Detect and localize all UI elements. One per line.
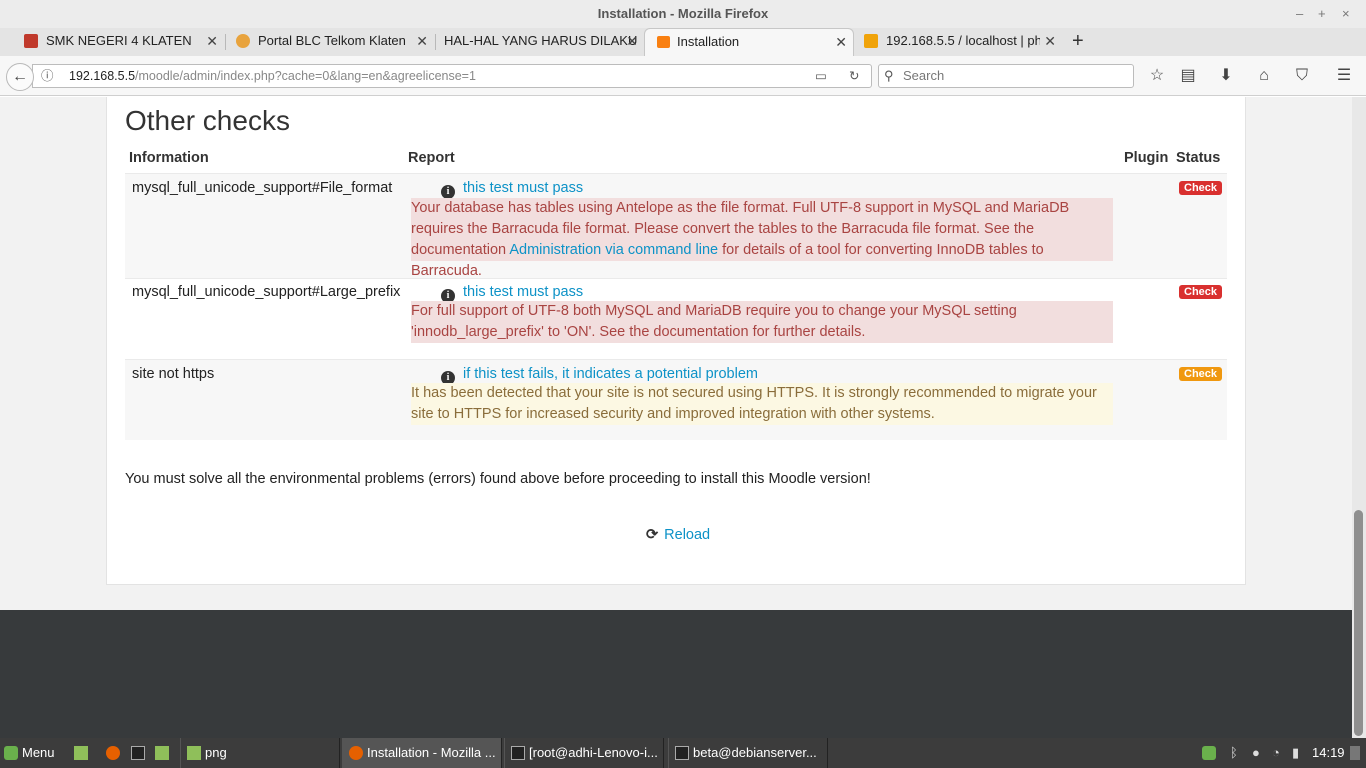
report-link-text: if this test fails, it indicates a poten… [463, 366, 758, 382]
minimize-button[interactable]: – [1296, 0, 1303, 28]
downloads-icon[interactable]: ⬇ [1216, 66, 1236, 86]
url-host: 192.168.5.5 [69, 69, 136, 83]
firefox-icon [349, 746, 363, 760]
bookmarks-library-icon[interactable]: ▤ [1178, 66, 1198, 86]
moodle-icon [657, 36, 670, 48]
table-row: mysql_full_unicode_support#File_format i… [125, 174, 1227, 279]
tab-phpmyadmin[interactable]: 192.168.5.5 / localhost | ph ✕ [856, 28, 1062, 56]
tab-label: Portal BLC Telkom Klaten [258, 33, 406, 48]
pocket-icon[interactable]: ⛉ [1292, 66, 1312, 86]
info-icon[interactable]: ⓘ [41, 65, 54, 87]
bookmark-star-icon[interactable]: ☆ [1147, 66, 1167, 86]
maximize-button[interactable]: + [1318, 0, 1326, 28]
status-badge: Check [1179, 285, 1223, 299]
page-footer [0, 610, 1352, 738]
user-icon[interactable]: ● [1252, 738, 1260, 768]
terminal-icon [675, 746, 689, 760]
new-tab-plus-icon[interactable]: + [1072, 30, 1084, 53]
taskbar-window-firefox[interactable]: Installation - Mozilla ... [342, 738, 502, 768]
search-input[interactable]: ⚲ Search [878, 64, 1134, 88]
close-tab-icon[interactable]: ✕ [1044, 28, 1056, 54]
menu-label: Menu [22, 745, 55, 760]
clock[interactable]: 14:19 [1312, 738, 1345, 768]
info-icon: i [441, 185, 455, 199]
tab-label: Installation [677, 34, 740, 49]
error-message: Your database has tables using Antelope … [411, 198, 1113, 279]
reader-view-icon[interactable]: ▭ [815, 65, 827, 87]
column-header-plugin: Plugin [1124, 150, 1169, 166]
check-info: mysql_full_unicode_support#File_format [132, 180, 393, 196]
error-message: For full support of UTF-8 both MySQL and… [411, 301, 1113, 343]
search-placeholder: Search [903, 68, 945, 83]
check-info: mysql_full_unicode_support#Large_prefix [132, 284, 401, 300]
school-logo-icon [24, 34, 38, 48]
close-tab-icon[interactable]: ✕ [835, 29, 847, 55]
tab-label: 192.168.5.5 / localhost | ph [886, 33, 1040, 48]
window-label: [root@adhi-Lenovo-i... [529, 745, 658, 760]
window-label: Installation - Mozilla ... [367, 745, 496, 760]
report-link-text: this test must pass [463, 284, 584, 300]
window-label: beta@debianserver... [693, 745, 817, 760]
folder-icon [187, 746, 201, 760]
home-icon[interactable]: ⌂ [1254, 66, 1274, 86]
back-arrow-icon: ← [12, 68, 28, 85]
close-tab-icon[interactable]: ✕ [626, 28, 638, 54]
column-header-status: Status [1176, 150, 1221, 166]
status-badge: Check [1179, 367, 1223, 381]
back-button[interactable]: ← [6, 63, 34, 91]
search-icon: ⚲ [884, 68, 894, 83]
terminal-icon [511, 746, 525, 760]
report-link[interactable]: i this test must pass [441, 180, 583, 199]
mint-logo-icon [4, 746, 18, 760]
scrollbar-thumb[interactable] [1354, 510, 1363, 736]
page-title: Other checks [125, 105, 290, 136]
terminal-launcher-icon[interactable] [131, 738, 149, 768]
taskbar-window-terminal-beta[interactable]: beta@debianserver... [668, 738, 828, 768]
status-badge: Check [1179, 181, 1223, 195]
reload-link[interactable]: ⟳ Reload [646, 527, 710, 543]
reload-page-icon[interactable]: ↻ [849, 65, 859, 87]
check-info: site not https [132, 366, 215, 382]
table-row: site not https i if this test fails, it i… [125, 360, 1227, 440]
firefox-launcher-icon[interactable] [106, 738, 124, 768]
window-titlebar: Installation - Mozilla Firefox – + × [0, 0, 1366, 28]
taskbar-window-png[interactable]: png [180, 738, 340, 768]
battery-icon[interactable]: ▮ [1292, 738, 1299, 768]
admin-cli-link[interactable]: Administration via command line [509, 242, 718, 258]
phpmyadmin-icon [864, 34, 878, 48]
system-taskbar: Menu png Installation - Mozilla ... [roo… [0, 738, 1366, 768]
window-label: png [205, 745, 227, 760]
files-launcher-icon[interactable] [155, 738, 173, 768]
environment-notice: You must solve all the environmental pro… [125, 471, 871, 487]
reload-label: Reload [664, 527, 711, 543]
hamburger-menu-icon[interactable]: ☰ [1334, 66, 1354, 86]
column-header-report: Report [408, 150, 455, 166]
url-path: /moodle/admin/index.php?cache=0&lang=en&… [135, 69, 476, 83]
taskbar-window-terminal-root[interactable]: [root@adhi-Lenovo-i... [504, 738, 664, 768]
wifi-icon[interactable]: ◔ [1272, 738, 1280, 768]
blc-logo-icon [236, 34, 250, 48]
report-link-text: this test must pass [463, 180, 584, 196]
tab-installation[interactable]: Installation ✕ [644, 28, 854, 56]
notification-icon[interactable] [1350, 738, 1364, 768]
tab-smk[interactable]: SMK NEGERI 4 KLATEN ✕ [0, 28, 224, 56]
window-title: Installation - Mozilla Firefox [597, 6, 769, 21]
bluetooth-icon[interactable]: ᛒ [1230, 738, 1238, 768]
tab-bar: SMK NEGERI 4 KLATEN ✕ Portal BLC Telkom … [0, 28, 1366, 56]
shield-icon[interactable] [1202, 738, 1220, 768]
tab-label: SMK NEGERI 4 KLATEN [46, 33, 192, 48]
navigation-toolbar: ⓘ 192.168.5.5/moodle/admin/index.php?cac… [0, 56, 1366, 96]
show-desktop-icon[interactable] [74, 738, 92, 768]
close-window-button[interactable]: × [1342, 0, 1350, 28]
url-bar[interactable]: ⓘ 192.168.5.5/moodle/admin/index.php?cac… [32, 64, 872, 88]
table-row: mysql_full_unicode_support#Large_prefix … [125, 278, 1227, 359]
tab-hal[interactable]: HAL-HAL YANG HARUS DILAKU ✕ [420, 28, 644, 56]
menu-button[interactable]: Menu [4, 738, 55, 768]
tab-label: HAL-HAL YANG HARUS DILAKU [444, 33, 638, 48]
refresh-icon: ⟳ [646, 527, 659, 543]
tab-blc[interactable]: Portal BLC Telkom Klaten ✕ [212, 28, 434, 56]
warning-message: It has been detected that your site is n… [411, 383, 1113, 425]
column-header-information: Information [129, 150, 209, 166]
